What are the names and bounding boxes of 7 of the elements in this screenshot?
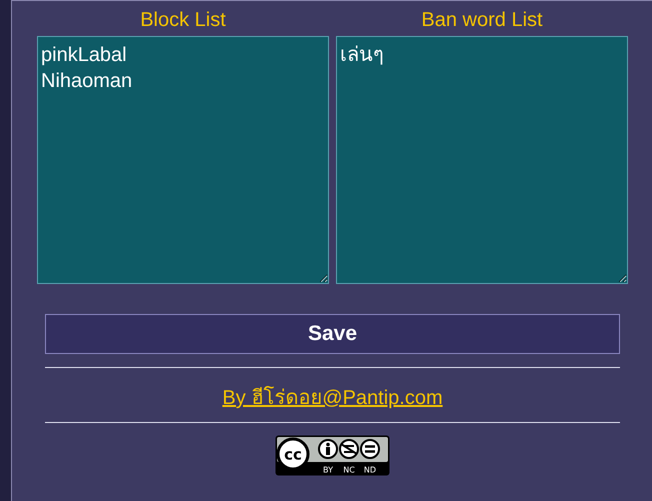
list-field[interactable]: pinkLabal Nihaoman <box>37 36 329 284</box>
license-badge[interactable]: cc BY NC ND <box>275 435 390 476</box>
list-heading: Ban word List <box>421 8 543 33</box>
list-field[interactable]: เล่นๆ <box>336 36 628 284</box>
list-heading: Block List <box>140 8 226 33</box>
credit-link[interactable]: By ฮีโร่ดอย@Pantip.com <box>222 387 443 409</box>
save-button[interactable]: Save <box>45 314 620 354</box>
